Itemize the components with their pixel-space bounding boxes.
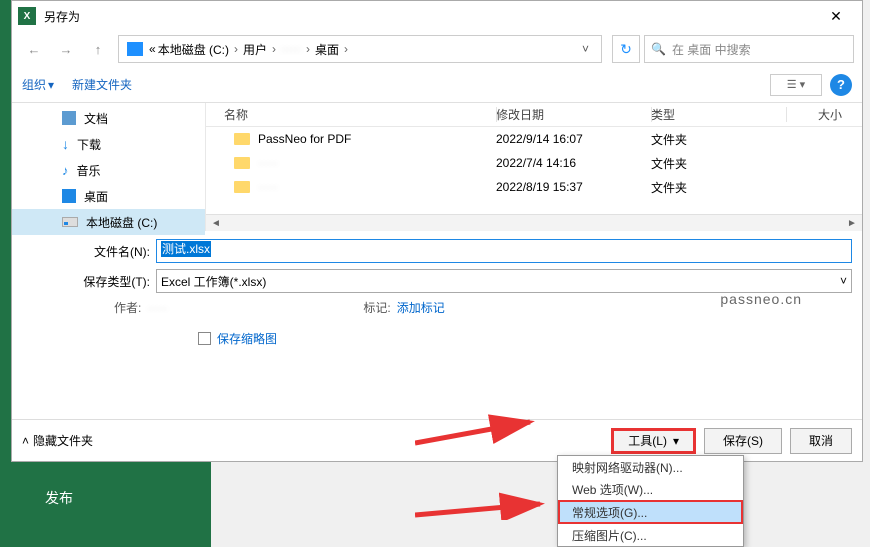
up-button[interactable]: ↑ — [84, 36, 112, 62]
help-button[interactable]: ? — [830, 74, 852, 96]
horizontal-scrollbar[interactable]: ◄ ► — [206, 214, 862, 231]
author-label: 作者: — [114, 299, 141, 316]
new-folder-button[interactable]: 新建文件夹 — [72, 76, 132, 93]
save-button[interactable]: 保存(S) — [704, 428, 782, 454]
annotation-arrow-1 — [415, 408, 545, 448]
column-headers: 名称 修改日期 类型 大小 — [206, 103, 862, 127]
tree-panel: 文档 ↓下载 ♪音乐 桌面 本地磁盘 (C:) — [12, 103, 206, 231]
nav-bar: ← → ↑ « 本地磁盘 (C:) › 用户 › ····· › 桌面 › ˅ … — [12, 31, 862, 67]
file-row[interactable]: PassNeo for PDF 2022/9/14 16:07 文件夹 — [206, 127, 862, 151]
toolbar: 组织▾ 新建文件夹 ☰ ▾ ? — [12, 67, 862, 103]
folder-icon — [234, 133, 250, 145]
music-icon: ♪ — [62, 163, 69, 178]
file-row[interactable]: ····· 2022/8/19 15:37 文件夹 — [206, 175, 862, 199]
titlebar: X 另存为 ✕ — [12, 1, 862, 31]
file-row[interactable]: ····· 2022/7/4 14:16 文件夹 — [206, 151, 862, 175]
filetype-select[interactable]: Excel 工作簿(*.xlsx)˅ — [156, 269, 852, 293]
tree-local-disk-c[interactable]: 本地磁盘 (C:) — [12, 209, 205, 235]
tree-documents[interactable]: 文档 — [12, 105, 205, 131]
menu-compress-pictures[interactable]: 压缩图片(C)... — [558, 524, 743, 546]
search-placeholder: 在 桌面 中搜索 — [672, 41, 751, 58]
chevron-right-icon: › — [272, 42, 276, 56]
chevron-down-icon: ˅ — [840, 274, 847, 288]
close-button[interactable]: ✕ — [816, 2, 856, 30]
menu-web-options[interactable]: Web 选项(W)... — [558, 478, 743, 500]
chevron-right-icon: › — [306, 42, 310, 56]
save-as-dialog: X 另存为 ✕ ← → ↑ « 本地磁盘 (C:) › 用户 › ····· ›… — [11, 0, 863, 462]
menu-map-drive[interactable]: 映射网络驱动器(N)... — [558, 456, 743, 478]
folder-icon — [234, 157, 250, 169]
filename-label: 文件名(N): — [22, 243, 156, 260]
document-icon — [62, 111, 76, 125]
file-rows: PassNeo for PDF 2022/9/14 16:07 文件夹 ····… — [206, 127, 862, 214]
bc-hidden[interactable]: ····· — [281, 42, 301, 56]
folder-icon — [234, 181, 250, 193]
watermark: passneo.cn — [720, 291, 802, 307]
bc-drive[interactable]: 本地磁盘 (C:) — [158, 41, 229, 58]
chevron-up-icon: ˄ — [22, 434, 29, 448]
hide-folders-button[interactable]: ˄ 隐藏文件夹 — [22, 432, 93, 449]
chevron-down-icon: ▾ — [673, 434, 679, 448]
refresh-button[interactable]: ↻ — [612, 35, 640, 63]
tags-label: 标记: — [363, 299, 390, 316]
view-mode-button[interactable]: ☰ ▾ — [770, 74, 822, 96]
header-date[interactable]: 修改日期 — [496, 106, 651, 123]
back-button[interactable]: ← — [20, 36, 48, 62]
bc-part[interactable]: « — [149, 42, 156, 56]
breadcrumb-dropdown[interactable]: ˅ — [574, 42, 597, 56]
tree-downloads[interactable]: ↓下载 — [12, 131, 205, 157]
chevron-down-icon: ▾ — [48, 78, 54, 92]
search-input[interactable]: 🔍 在 桌面 中搜索 — [644, 35, 854, 63]
download-icon: ↓ — [62, 136, 69, 152]
publish-label: 发布 — [11, 462, 211, 508]
author-value[interactable]: ····· — [147, 301, 207, 315]
body-area: 文档 ↓下载 ♪音乐 桌面 本地磁盘 (C:) 名称 修改日期 类型 大小 Pa… — [12, 103, 862, 231]
app-green-bottom: 发布 — [11, 462, 211, 547]
desktop-icon — [62, 189, 76, 203]
scroll-right-icon[interactable]: ► — [844, 216, 860, 230]
thumbnail-label: 保存缩略图 — [217, 330, 277, 347]
excel-icon: X — [18, 7, 36, 25]
thumbnail-checkbox[interactable] — [198, 332, 211, 345]
organize-button[interactable]: 组织▾ — [22, 76, 54, 93]
search-icon: 🔍 — [651, 42, 666, 56]
form-area: 文件名(N): 测试.xlsx 保存类型(T): Excel 工作簿(*.xls… — [12, 231, 862, 347]
add-tags-link[interactable]: 添加标记 — [397, 299, 445, 316]
header-size[interactable]: 大小 — [786, 106, 862, 123]
dialog-title: 另存为 — [44, 8, 816, 25]
disk-icon — [62, 217, 78, 227]
bc-desktop[interactable]: 桌面 — [315, 41, 339, 58]
bc-users[interactable]: 用户 — [243, 41, 267, 58]
chevron-right-icon: › — [234, 42, 238, 56]
breadcrumb[interactable]: « 本地磁盘 (C:) › 用户 › ····· › 桌面 › ˅ — [118, 35, 602, 63]
app-green-sidebar — [0, 0, 11, 547]
menu-general-options[interactable]: 常规选项(G)... — [558, 500, 743, 524]
tree-music[interactable]: ♪音乐 — [12, 157, 205, 183]
annotation-arrow-2 — [415, 490, 555, 520]
header-name[interactable]: 名称 — [206, 106, 496, 123]
chevron-right-icon: › — [344, 42, 348, 56]
file-list: 名称 修改日期 类型 大小 PassNeo for PDF 2022/9/14 … — [206, 103, 862, 231]
scroll-left-icon[interactable]: ◄ — [208, 216, 224, 230]
forward-button[interactable]: → — [52, 36, 80, 62]
header-type[interactable]: 类型 — [651, 106, 786, 123]
tools-menu: 映射网络驱动器(N)... Web 选项(W)... 常规选项(G)... 压缩… — [557, 455, 744, 547]
tree-desktop[interactable]: 桌面 — [12, 183, 205, 209]
filetype-label: 保存类型(T): — [22, 273, 156, 290]
cancel-button[interactable]: 取消 — [790, 428, 852, 454]
tools-button[interactable]: 工具(L)▾ — [611, 428, 696, 454]
computer-icon — [127, 42, 143, 56]
filename-input[interactable]: 测试.xlsx — [156, 239, 852, 263]
